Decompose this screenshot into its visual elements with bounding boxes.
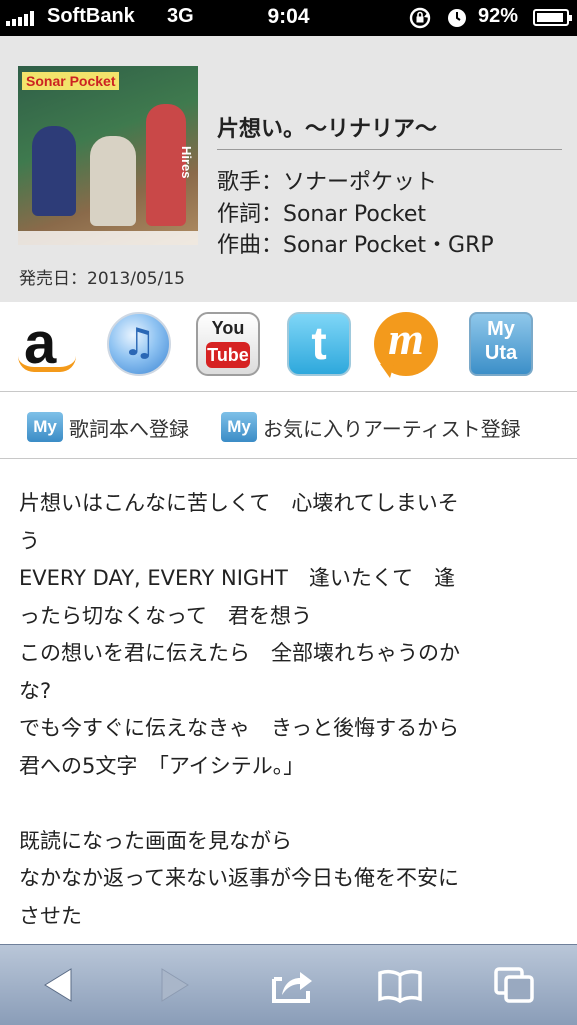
singer: 歌手：ソナーポケット: [217, 170, 438, 195]
lyric-line: させた: [19, 903, 82, 928]
lyric-line: 君への5文字 「アイシテル。」: [19, 753, 305, 778]
favorite-artist-button[interactable]: My お気に入りアーティスト登録: [221, 410, 521, 444]
lyric-line: でも今すぐに伝えなきゃ きっと後悔するから: [19, 716, 460, 740]
lyric-line: EVERY DAY, EVERY NIGHT 逢いたくて 逢: [19, 566, 456, 590]
rotation-lock-icon: [409, 7, 431, 29]
tabs-icon[interactable]: [490, 963, 538, 1007]
forward-icon[interactable]: [150, 963, 198, 1007]
my-badge-icon: My: [221, 412, 257, 442]
register-lyric-book-label: 歌詞本へ登録: [69, 416, 189, 441]
cover-label: Sonar Pocket: [22, 72, 120, 90]
song-info-panel: Sonar Pocket Hires 片想い。〜リナリア〜 歌手：ソナーポケット…: [0, 36, 577, 302]
lyric-line: [19, 785, 559, 823]
battery-icon: [533, 9, 572, 26]
alarm-clock-icon: [448, 9, 466, 27]
favorite-artist-label: お気に入りアーティスト登録: [263, 416, 521, 441]
status-bar: SoftBank 3G 9:04 92%: [0, 0, 577, 36]
lyrics-body: 片想いはこんなに苦しくて 心壊れてしまいそ う EVERY DAY, EVERY…: [19, 485, 559, 935]
mixi-icon[interactable]: m: [374, 312, 438, 378]
service-icon-row: a ♫ You Tube t m My Uta: [0, 302, 577, 392]
back-icon[interactable]: [35, 963, 83, 1007]
lyric-line: う: [19, 528, 40, 553]
register-lyric-book-button[interactable]: My 歌詞本へ登録: [27, 410, 189, 444]
battery-percentage: 92%: [478, 5, 519, 27]
release-date: 発売日：2013/05/15: [19, 269, 185, 289]
itunes-icon[interactable]: ♫: [107, 312, 171, 376]
share-icon[interactable]: [268, 963, 316, 1007]
lyricist: 作詞：Sonar Pocket: [217, 202, 427, 227]
album-cover[interactable]: Sonar Pocket Hires: [18, 66, 198, 245]
lyric-line: 片想いはこんなに苦しくて 心壊れてしまいそ: [19, 491, 459, 515]
amazon-icon[interactable]: a: [16, 311, 80, 376]
youtube-icon[interactable]: You Tube: [196, 312, 260, 376]
lyric-line: 既読になった画面を見ながら: [19, 828, 292, 853]
myuta-icon[interactable]: My Uta: [469, 312, 533, 376]
my-badge-icon: My: [27, 412, 63, 442]
browser-toolbar: [0, 944, 577, 1025]
song-title: 片想い。〜リナリア〜: [217, 117, 438, 142]
lyric-line: この想いを君に伝えたら 全部壊れちゃうのか: [19, 641, 460, 665]
lyric-line: ったら切なくなって 君を想う: [19, 603, 312, 628]
composer: 作曲：Sonar Pocket・GRP: [217, 233, 494, 258]
lyric-line: なかなか返って来ない返事が今日も俺を不安に: [19, 866, 459, 890]
twitter-icon[interactable]: t: [287, 312, 351, 376]
title-divider: [217, 149, 562, 150]
divider: [0, 391, 577, 392]
divider: [0, 458, 577, 459]
bookmarks-icon[interactable]: [376, 963, 424, 1007]
lyric-line: な?: [19, 678, 52, 703]
cover-side-text: Hires: [179, 146, 194, 179]
